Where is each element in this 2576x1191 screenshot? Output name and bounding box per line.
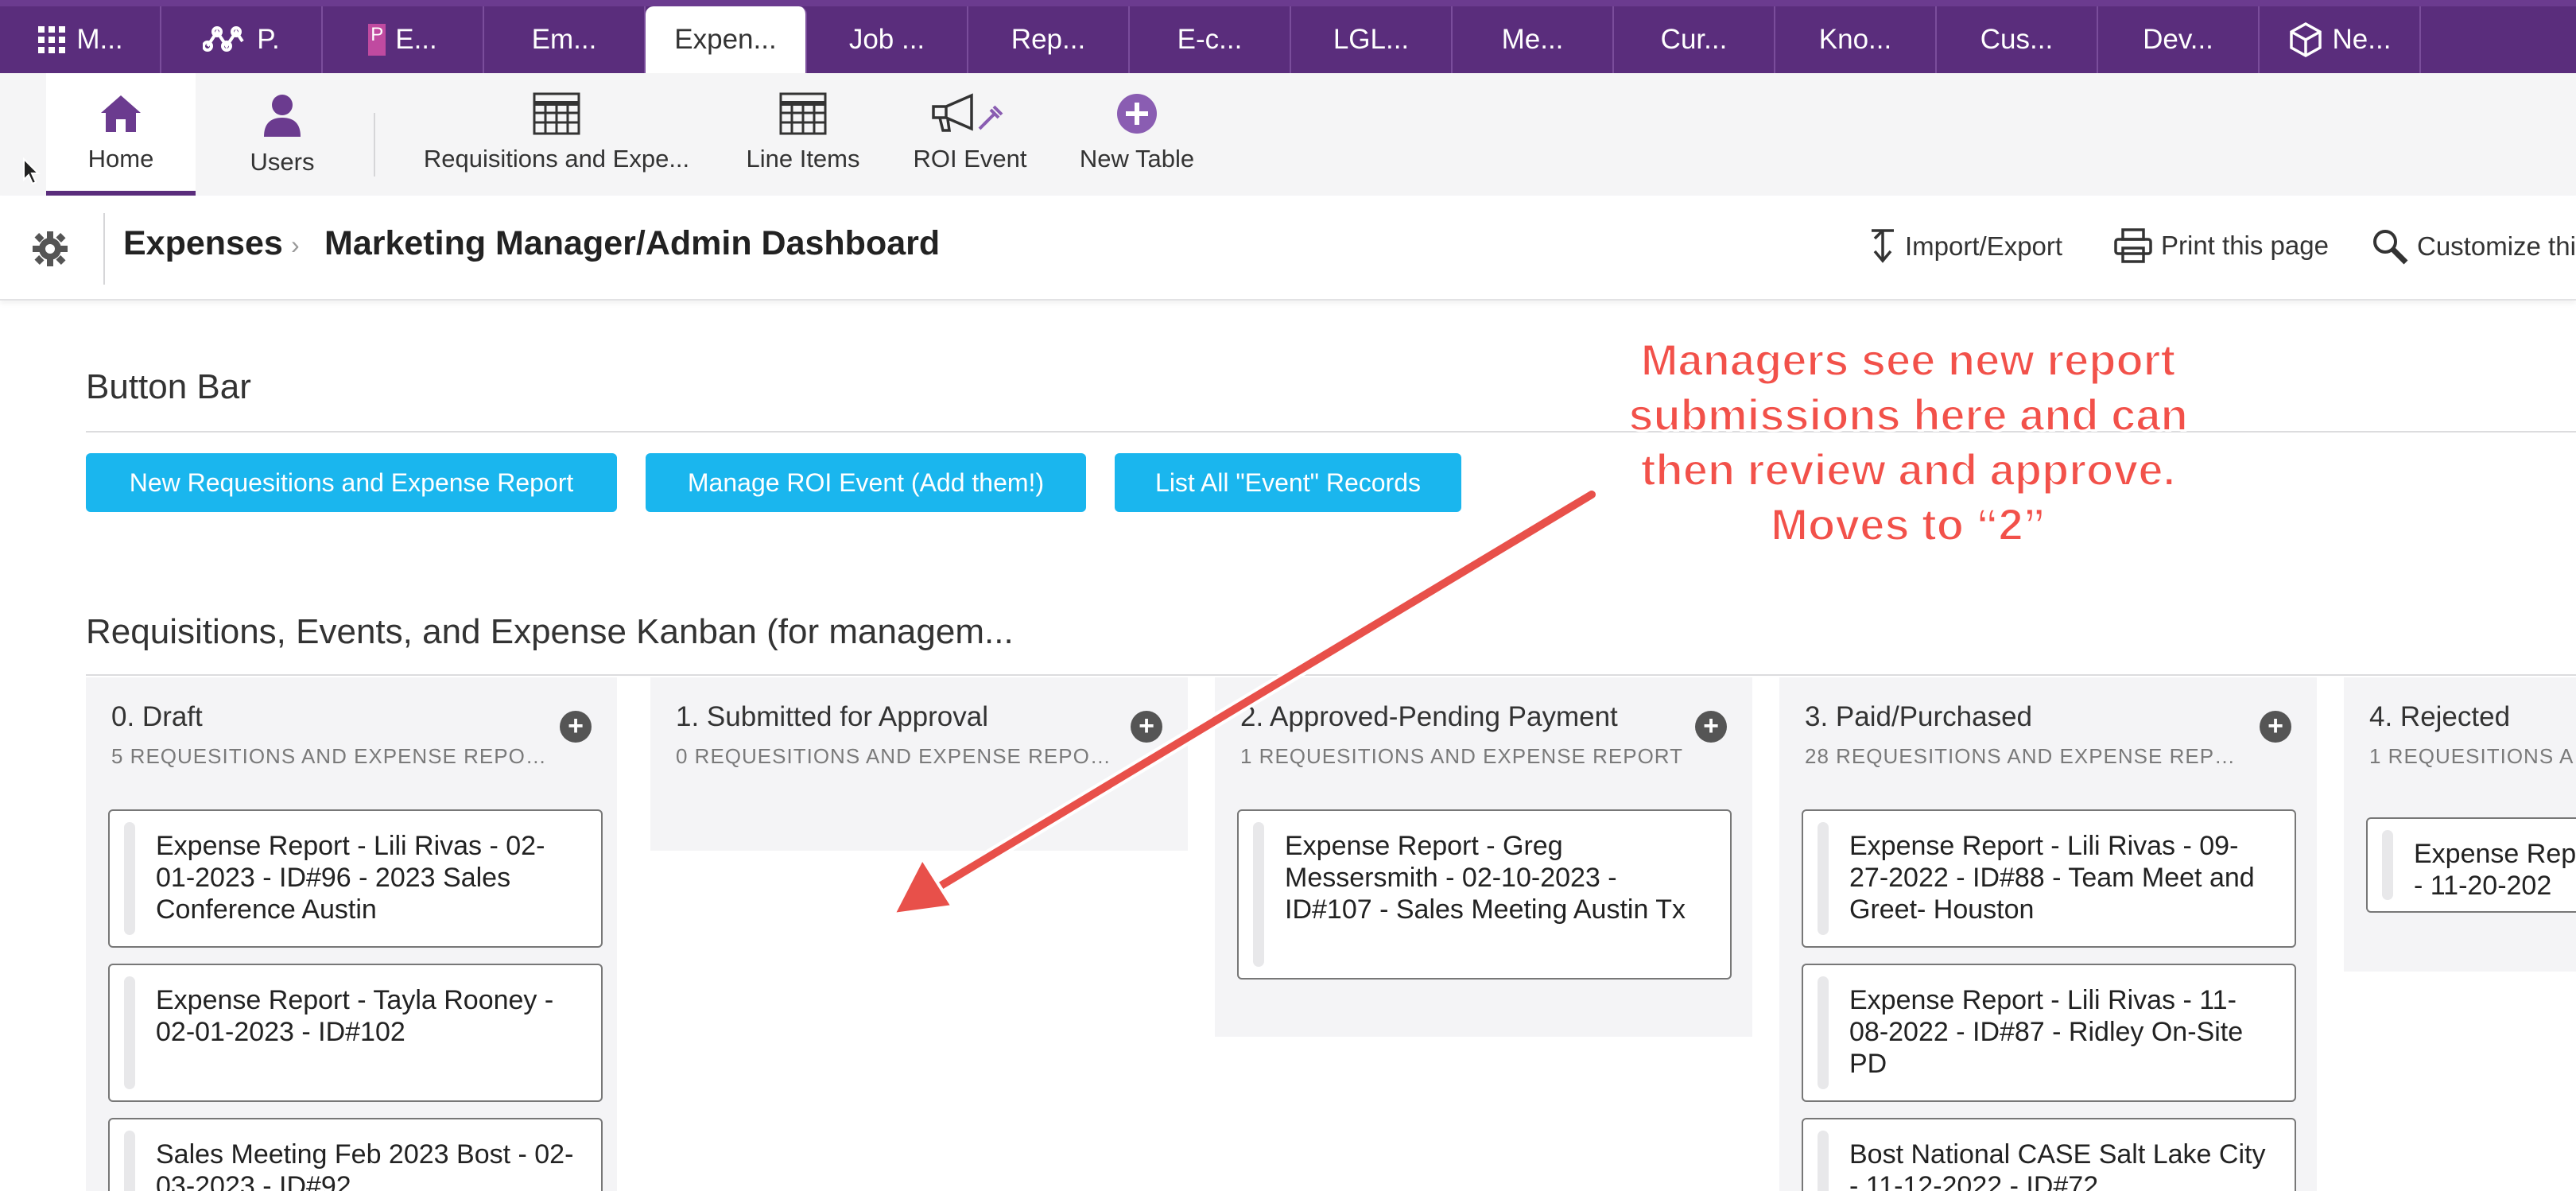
- annotation-line: submissions here and can: [1627, 389, 2188, 440]
- annotation-line: then review and approve.: [1640, 444, 2176, 495]
- annotation-line: Moves to “2”: [1770, 499, 2046, 550]
- annotation-line: Managers see new report: [1640, 334, 2176, 386]
- annotation-arrow: [890, 487, 1599, 917]
- annotation-callout: Managers see new report submissions here…: [1558, 332, 2258, 552]
